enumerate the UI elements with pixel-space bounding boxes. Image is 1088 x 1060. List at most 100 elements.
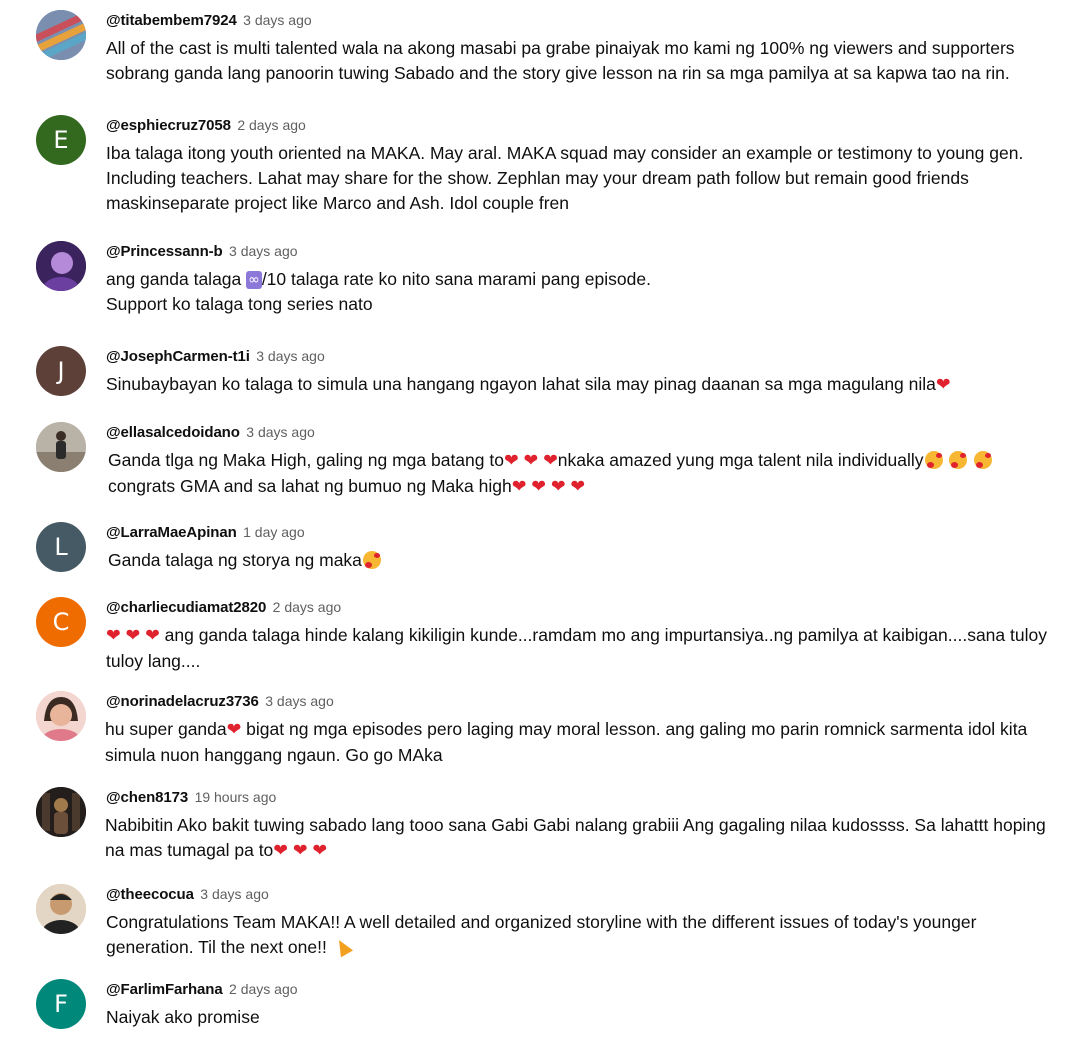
- comment-line: tuloy lang....: [106, 651, 201, 671]
- comment-header: @chen8173 19 hours ago: [106, 787, 276, 808]
- heart-emoji: ❤: [531, 477, 546, 497]
- comment-text: All of the cast is multi talented wala n…: [106, 36, 1068, 86]
- avatar-letter: F: [54, 990, 68, 1018]
- heart-emoji: ❤: [226, 720, 242, 740]
- comment-fragment: Ganda talaga ng storya ng maka: [108, 550, 362, 570]
- avatar-photo: [36, 10, 86, 60]
- heart-emoji: ❤: [273, 841, 288, 861]
- comment-fragment: ang ganda talaga: [106, 269, 247, 289]
- avatar-photo: [36, 787, 86, 837]
- comment-author[interactable]: @JosephCarmen-t1i: [106, 348, 250, 365]
- comment-header: @esphiecruz7058 2 days ago: [106, 115, 306, 136]
- comment-author[interactable]: @norinadelacruz3736: [106, 693, 259, 710]
- avatar[interactable]: J: [36, 346, 86, 396]
- comment-author[interactable]: @Princessann-b: [106, 243, 223, 260]
- comment-fragment: hu super ganda: [105, 719, 227, 739]
- smiling-face-with-hearts-emoji: [924, 451, 943, 469]
- comment-text: Sinubaybayan ko talaga to simula una han…: [106, 372, 1068, 398]
- avatar[interactable]: E: [36, 115, 86, 165]
- avatar[interactable]: [36, 422, 86, 472]
- comment-author[interactable]: @ellasalcedoidano: [106, 424, 240, 441]
- party-popper-emoji: [332, 936, 353, 958]
- heart-emoji: ❤: [106, 626, 121, 646]
- heart-emoji: ❤: [312, 841, 328, 861]
- avatar-photo: [36, 422, 86, 472]
- comment-header: @ellasalcedoidano 3 days ago: [106, 422, 315, 443]
- heart-emoji: ❤: [935, 375, 951, 395]
- comment-timestamp[interactable]: 3 days ago: [256, 348, 325, 364]
- comment-line: congrats GMA and sa lahat ng bumuo ng Ma…: [108, 474, 1070, 500]
- comment-line: generation. Til the next one!!: [106, 935, 1068, 960]
- avatar[interactable]: [36, 691, 86, 741]
- comment-author[interactable]: @FarlimFarhana: [106, 981, 223, 998]
- heart-emoji: ❤: [125, 626, 141, 646]
- comment-line: ❤ ❤ ❤ ang ganda talaga hinde kalang kiki…: [106, 623, 1068, 649]
- avatar[interactable]: [36, 241, 86, 291]
- comment-line: Ganda talaga ng storya ng maka: [108, 548, 1070, 573]
- avatar-photo: [36, 884, 86, 934]
- comment-author[interactable]: @theecocua: [106, 886, 194, 903]
- comment-fragment: congrats GMA and sa lahat ng bumuo ng Ma…: [108, 476, 512, 496]
- comment-author[interactable]: @esphiecruz7058: [106, 117, 231, 134]
- avatar[interactable]: F: [36, 979, 86, 1029]
- comment-text: Ganda talaga ng storya ng maka: [108, 548, 1070, 573]
- avatar[interactable]: [36, 10, 86, 60]
- comment-header: @FarlimFarhana 2 days ago: [106, 979, 298, 1000]
- comment-line: ang ganda talaga ∞/10 talaga rate ko nit…: [106, 267, 1068, 292]
- comment-fragment: Sinubaybayan ko talaga to simula una han…: [106, 374, 936, 394]
- avatar-letter: C: [52, 608, 70, 636]
- comment-timestamp[interactable]: 2 days ago: [273, 599, 342, 615]
- heart-emoji: ❤: [550, 477, 566, 497]
- avatar[interactable]: [36, 787, 86, 837]
- comment-timestamp[interactable]: 2 days ago: [229, 981, 298, 997]
- comment-line: maskinseparate project like Marco and As…: [106, 193, 570, 213]
- heart-emoji: ❤: [523, 451, 539, 471]
- heart-emoji: ❤: [570, 477, 586, 497]
- heart-emoji: ❤: [511, 477, 527, 497]
- comment-line: Including teachers. Lahat may share for …: [106, 168, 969, 188]
- heart-emoji: ❤: [503, 451, 519, 471]
- comment-timestamp[interactable]: 3 days ago: [246, 424, 315, 440]
- comment-author[interactable]: @charliecudiamat2820: [106, 599, 266, 616]
- avatar[interactable]: [36, 884, 86, 934]
- avatar-letter: L: [54, 533, 68, 561]
- smiling-face-with-hearts-emoji: [949, 451, 968, 469]
- comment-line: na mas tumagal pa to❤ ❤ ❤: [105, 838, 1067, 864]
- comment-text: Naiyak ako promise: [106, 1005, 1068, 1030]
- comment-fragment: na mas tumagal pa to: [105, 840, 274, 860]
- comment-header: @LarraMaeApinan 1 day ago: [106, 522, 305, 543]
- comment-author[interactable]: @chen8173: [106, 789, 188, 806]
- avatar-letter: J: [57, 357, 65, 385]
- avatar-photo: [36, 241, 86, 291]
- comment-timestamp[interactable]: 3 days ago: [243, 12, 312, 28]
- comment-fragment: generation. Til the next one!!: [106, 937, 332, 957]
- comment-text: Ganda tlga ng Maka High, galing ng mga b…: [108, 448, 1070, 500]
- comment-text: hu super ganda❤ bigat ng mga episodes pe…: [105, 717, 1067, 768]
- avatar[interactable]: C: [36, 597, 86, 647]
- comment-timestamp[interactable]: 19 hours ago: [195, 789, 277, 805]
- heart-emoji: ❤: [145, 626, 160, 646]
- smiling-face-with-hearts-emoji: [974, 451, 993, 469]
- comment-line: Iba talaga itong youth oriented na MAKA.…: [106, 143, 1024, 163]
- comment-timestamp[interactable]: 3 days ago: [229, 243, 298, 259]
- avatar-photo: [36, 691, 86, 741]
- comment-header: @charliecudiamat2820 2 days ago: [106, 597, 341, 618]
- heart-emoji: ❤: [543, 451, 558, 471]
- comment-author[interactable]: @titabembem7924: [106, 12, 237, 29]
- comment-timestamp[interactable]: 3 days ago: [200, 886, 269, 902]
- smiling-face-with-hearts-emoji: [362, 551, 381, 569]
- comment-fragment: /10 talaga rate ko nito sana marami pang…: [261, 269, 651, 289]
- comment-fragment: ang ganda talaga hinde kalang kikiligin …: [159, 625, 1047, 645]
- comment-text: Nabibitin Ako bakit tuwing sabado lang t…: [105, 813, 1067, 864]
- comment-text: Iba talaga itong youth oriented na MAKA.…: [106, 141, 1068, 216]
- comment-author[interactable]: @LarraMaeApinan: [106, 524, 237, 541]
- comment-timestamp[interactable]: 3 days ago: [265, 693, 334, 709]
- comment-timestamp[interactable]: 1 day ago: [243, 524, 305, 540]
- comment-text: ❤ ❤ ❤ ang ganda talaga hinde kalang kiki…: [106, 623, 1068, 674]
- comment-header: @titabembem7924 3 days ago: [106, 10, 312, 31]
- comment-header: @Princessann-b 3 days ago: [106, 241, 298, 262]
- avatar[interactable]: L: [36, 522, 86, 572]
- comment-fragment: nkaka amazed yung mga talent nila indivi…: [557, 450, 924, 470]
- comment-line: Sinubaybayan ko talaga to simula una han…: [106, 372, 1068, 398]
- comment-timestamp[interactable]: 2 days ago: [237, 117, 306, 133]
